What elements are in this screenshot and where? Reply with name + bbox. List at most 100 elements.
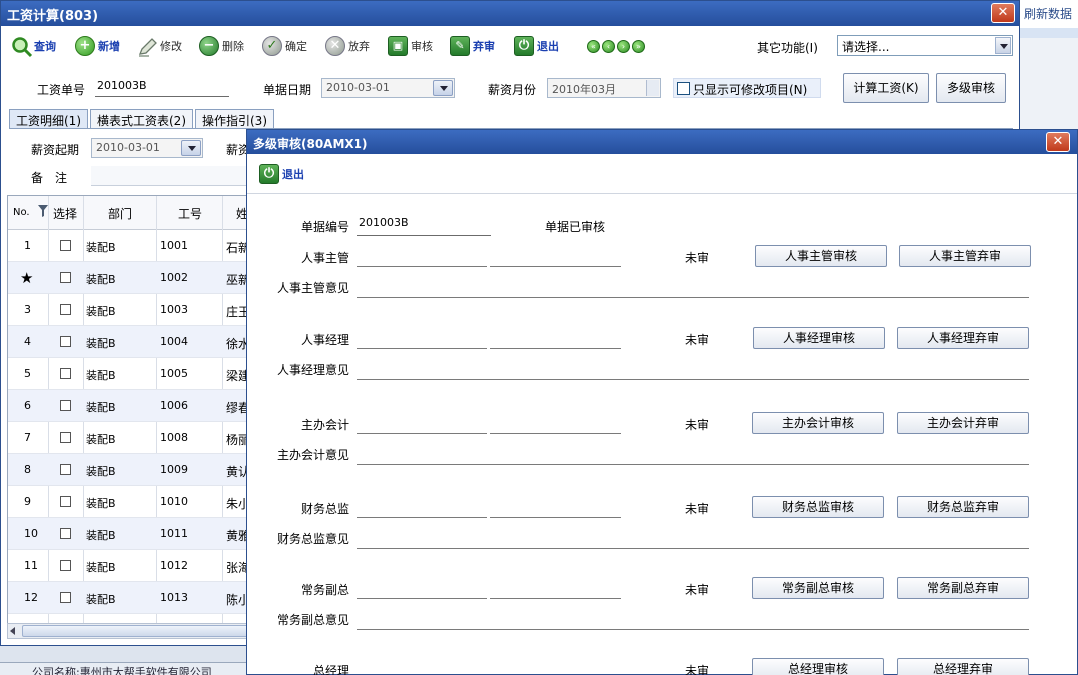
edit-button[interactable]: 修改 [137, 34, 182, 58]
opinion-input[interactable] [357, 629, 1029, 630]
calendar-dropdown-icon[interactable] [181, 140, 201, 156]
opinion-input[interactable] [357, 548, 1029, 549]
audit-date-field[interactable] [490, 598, 621, 599]
audit-date-field[interactable] [490, 348, 621, 349]
dialog-doc-no-field[interactable]: 201003B [357, 216, 491, 236]
tab-guide[interactable]: 操作指引(3) [195, 109, 274, 129]
abandon-button[interactable]: ✕ 放弃 [325, 34, 370, 58]
unaudit-button[interactable]: 主办会计弃审 [897, 412, 1029, 434]
row-number: 5 [24, 367, 31, 380]
salary-month-picker[interactable]: 2010年03月 [547, 78, 661, 98]
table-row[interactable]: 5 装配B 1005 梁建 [8, 358, 252, 390]
doc-date-label: 单据日期 [263, 83, 312, 97]
chevron-down-icon[interactable] [995, 37, 1011, 54]
table-row[interactable]: 3 装配B 1003 庄玉 [8, 294, 252, 326]
only-editable-option[interactable]: 只显示可修改项目(N) [673, 78, 821, 98]
next-record-icon[interactable]: › [617, 40, 630, 53]
table-row[interactable]: 9 装配B 1010 朱小 [8, 486, 252, 518]
row-select-checkbox[interactable] [60, 560, 71, 571]
filter-icon[interactable] [38, 205, 48, 220]
table-row[interactable]: 4 装配B 1004 徐水 [8, 326, 252, 358]
row-id: 1011 [160, 527, 188, 540]
unaudit-button[interactable]: 总经理弃审 [897, 658, 1029, 675]
header-dept[interactable]: 部门 [108, 205, 132, 222]
row-dept: 装配B [86, 401, 116, 414]
unaudit-button[interactable]: 人事经理弃审 [897, 327, 1029, 349]
tab-horizontal-salary[interactable]: 横表式工资表(2) [90, 109, 193, 129]
approver-field[interactable] [357, 348, 487, 349]
only-editable-checkbox[interactable] [677, 82, 690, 95]
calc-salary-button[interactable]: 计算工资(K) [843, 73, 929, 103]
unaudit-button[interactable]: 人事主管弃审 [899, 245, 1031, 267]
header-id[interactable]: 工号 [178, 205, 202, 222]
approver-field[interactable] [357, 598, 487, 599]
tab-salary-detail[interactable]: 工资明细(1) [9, 109, 88, 129]
add-button[interactable]: + 新增 [75, 34, 120, 58]
audit-button[interactable]: 人事经理审核 [753, 327, 885, 349]
opinion-input[interactable] [357, 297, 1029, 298]
opinion-input[interactable] [357, 379, 1029, 380]
calendar-dropdown-icon[interactable] [433, 80, 453, 96]
dialog-exit-button[interactable]: ⏻ 退出 [259, 162, 304, 186]
unaudit-button[interactable]: 常务副总弃审 [897, 577, 1029, 599]
row-select-checkbox[interactable] [60, 368, 71, 379]
header-select[interactable]: 选择 [53, 205, 77, 222]
multi-audit-button[interactable]: 多级审核 [936, 73, 1006, 103]
audit-button[interactable]: 总经理审核 [752, 658, 884, 675]
row-select-checkbox[interactable] [60, 528, 71, 539]
dialog-close-button[interactable]: ✕ [1046, 132, 1070, 152]
delete-button[interactable]: − 删除 [199, 34, 244, 58]
row-select-checkbox[interactable] [60, 400, 71, 411]
table-row[interactable]: 7 装配B 1008 杨丽 [8, 422, 252, 454]
confirm-button[interactable]: ✓ 确定 [262, 34, 307, 58]
table-row[interactable]: 1 装配B 1001 石新 [8, 230, 252, 262]
prev-record-icon[interactable]: ‹ [602, 40, 615, 53]
table-row[interactable]: 6 装配B 1006 缪春 [8, 390, 252, 422]
query-button[interactable]: 查询 [11, 34, 56, 58]
audit-button[interactable]: ▣ 审核 [388, 34, 433, 58]
audit-date-field[interactable] [490, 517, 621, 518]
audit-button[interactable]: 常务副总审核 [752, 577, 884, 599]
other-functions-select[interactable]: 请选择... [837, 35, 1013, 56]
start-date-picker[interactable]: 2010-03-01 [91, 138, 203, 158]
main-close-button[interactable]: ✕ [991, 3, 1015, 23]
table-row[interactable]: ★ 装配B 1002 巫新 [8, 262, 252, 294]
row-select-checkbox[interactable] [60, 464, 71, 475]
remark-input[interactable] [91, 166, 249, 186]
audit-button[interactable]: 财务总监审核 [752, 496, 884, 518]
table-row[interactable]: 12 装配B 1013 陈小 [8, 582, 252, 614]
table-row[interactable]: 8 装配B 1009 黄认 [8, 454, 252, 486]
power-icon: ⏻ [514, 36, 534, 56]
row-select-checkbox[interactable] [60, 240, 71, 251]
unaudit-button[interactable]: 财务总监弃审 [897, 496, 1029, 518]
row-select-checkbox[interactable] [60, 432, 71, 443]
search-icon [11, 36, 33, 58]
approver-field[interactable] [357, 433, 487, 434]
approver-field[interactable] [357, 266, 487, 267]
last-record-icon[interactable]: » [632, 40, 645, 53]
row-select-checkbox[interactable] [60, 496, 71, 507]
audit-button[interactable]: 人事主管审核 [755, 245, 887, 267]
row-select-checkbox[interactable] [60, 336, 71, 347]
opinion-input[interactable] [357, 464, 1029, 465]
first-record-icon[interactable]: « [587, 40, 600, 53]
scroll-thumb[interactable] [22, 625, 250, 637]
audit-date-field[interactable] [490, 433, 621, 434]
table-row[interactable]: 11 装配B 1012 张海 [8, 550, 252, 582]
audit-date-field[interactable] [490, 266, 621, 267]
audit-button[interactable]: 主办会计审核 [752, 412, 884, 434]
approver-field[interactable] [357, 517, 487, 518]
doc-date-picker[interactable]: 2010-03-01 [321, 78, 455, 98]
x-icon: ✕ [325, 36, 345, 56]
spin-icon[interactable] [646, 80, 659, 96]
doc-no-field[interactable]: 201003B [95, 79, 229, 97]
row-select-checkbox[interactable] [60, 272, 71, 283]
row-select-checkbox[interactable] [60, 304, 71, 315]
row-select-checkbox[interactable] [60, 592, 71, 603]
scroll-left-icon[interactable] [10, 627, 15, 635]
refresh-data-link[interactable]: 刷新数据 [1020, 0, 1078, 28]
table-row[interactable]: 10 装配B 1011 黄雅 [8, 518, 252, 550]
table-hscrollbar[interactable] [7, 623, 253, 639]
unaudit-button[interactable]: ✎ 弃审 [450, 34, 495, 58]
exit-button[interactable]: ⏻ 退出 [514, 34, 559, 58]
